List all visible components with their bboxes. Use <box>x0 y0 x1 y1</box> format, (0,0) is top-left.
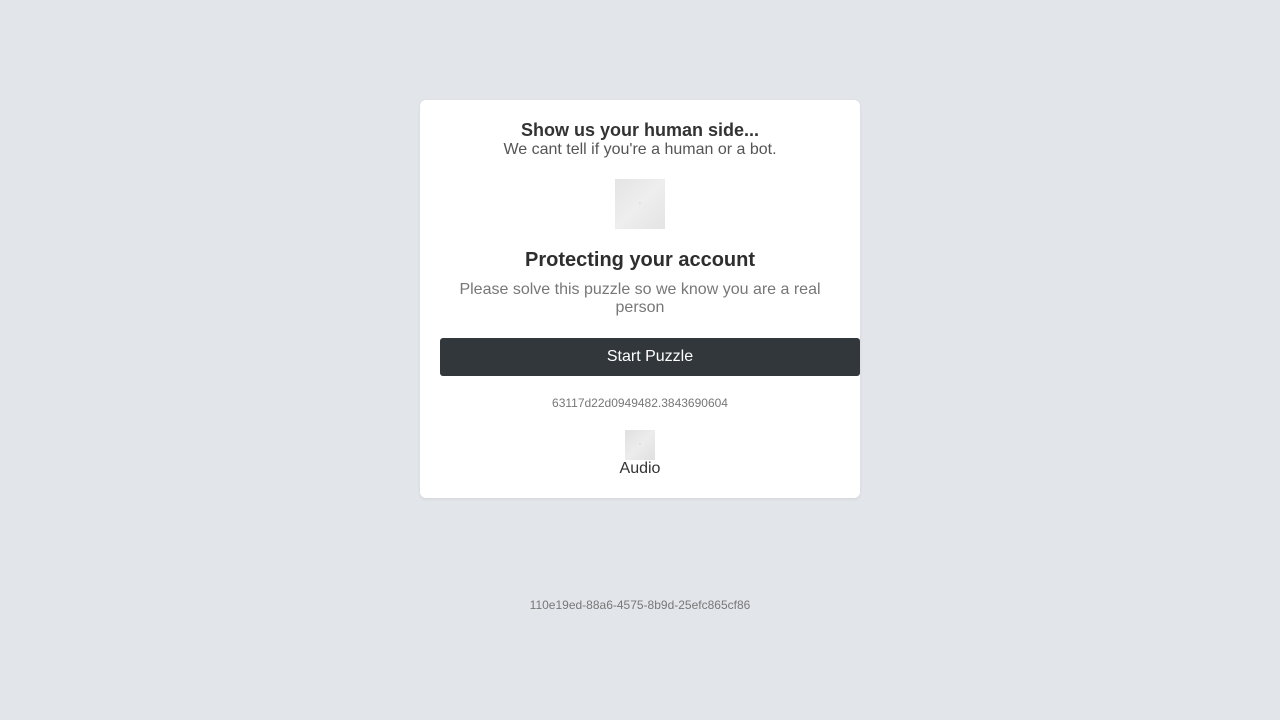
audio-link[interactable]: Audio <box>420 460 860 478</box>
challenge-title: Show us your human side... <box>520 120 760 140</box>
protect-heading: Protecting your account <box>524 249 756 271</box>
start-puzzle-button[interactable]: Start Puzzle <box>440 338 860 376</box>
puzzle-description: Please solve this puzzle so we know you … <box>459 281 821 316</box>
challenge-image: ▫ <box>615 179 665 229</box>
challenge-subtitle: We cant tell if you're a human or a bot. <box>503 141 777 158</box>
request-id: 110e19ed-88a6-4575-8b9d-25efc865cf86 <box>529 598 751 612</box>
session-id: 63117d22d0949482.3843690604 <box>552 396 728 410</box>
broken-image-icon: ▫ <box>638 442 642 448</box>
audio-image[interactable]: ▫ <box>625 430 655 460</box>
broken-image-icon: ▫ <box>638 201 642 207</box>
challenge-card: Show us your human side... We cant tell … <box>420 100 860 498</box>
